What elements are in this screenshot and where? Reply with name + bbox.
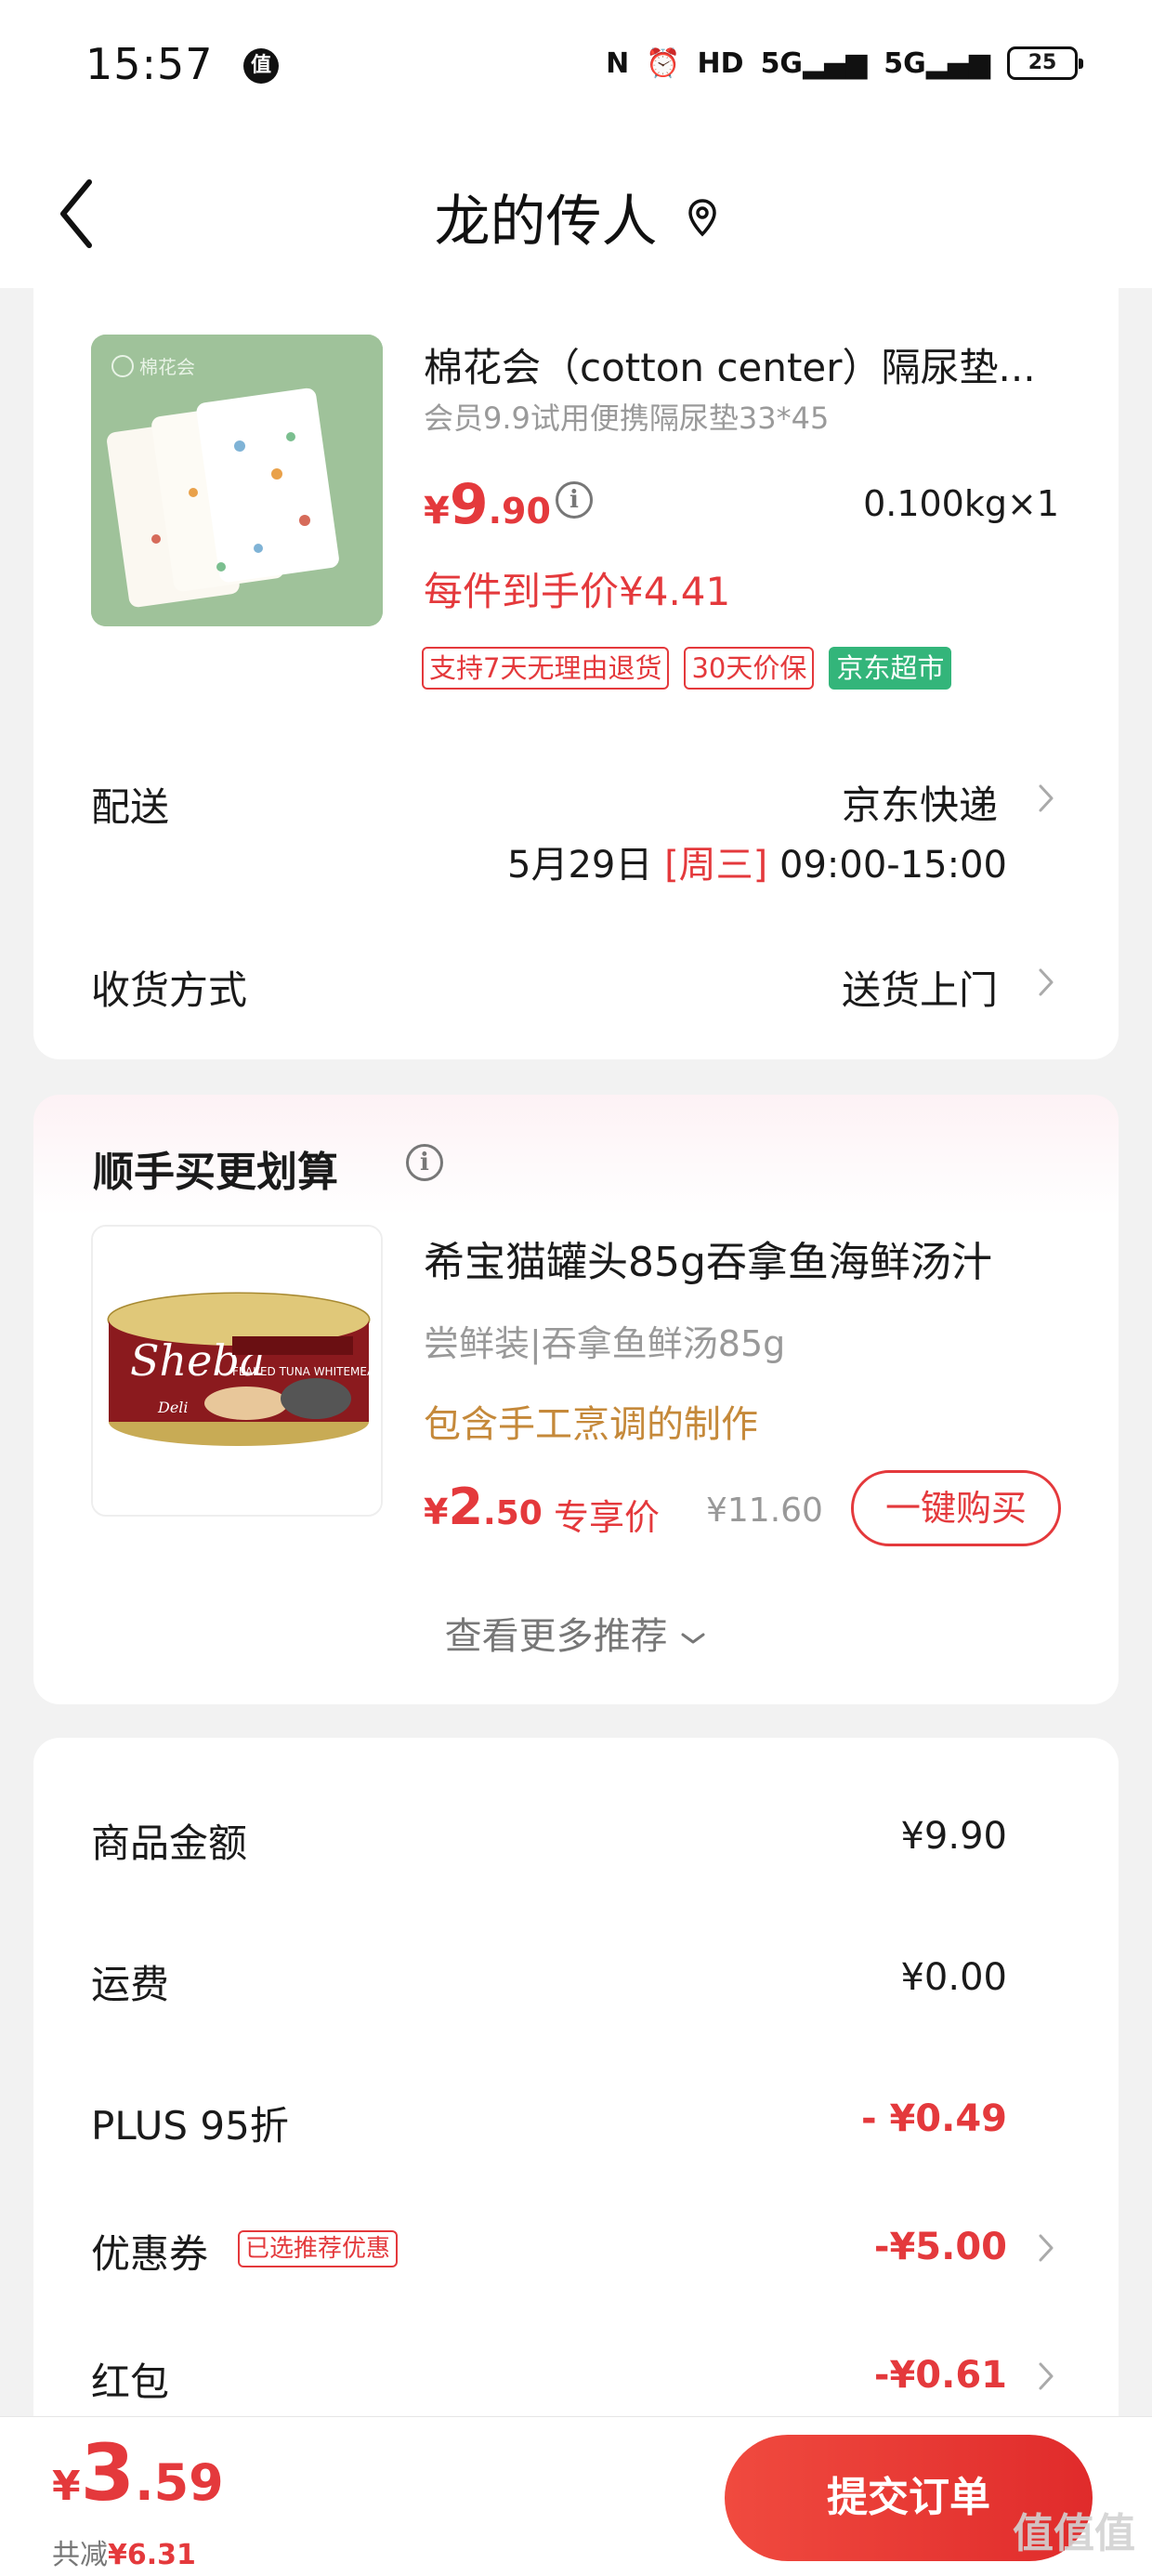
chevron-right-icon[interactable] <box>1037 966 1055 998</box>
product-name[interactable]: 棉花会（cotton center）隔尿垫... <box>424 336 1065 393</box>
tag-return: 支持7天无理由退货 <box>422 647 670 690</box>
delivery-method[interactable]: 京东快递 <box>842 774 998 831</box>
goods-amount-label: 商品金额 <box>91 1820 248 1866</box>
diaper-pad-image: 棉花会 <box>91 335 383 626</box>
app-badge-icon: 值 <box>243 48 279 84</box>
svg-text:Deli: Deli <box>157 1399 189 1416</box>
shipping-label: 运费 <box>91 1962 170 2007</box>
receive-method-value[interactable]: 送货上门 <box>842 959 998 1016</box>
red-packet-discount[interactable]: -¥0.61 <box>874 2354 1007 2397</box>
tag-jd-supermarket: 京东超市 <box>829 647 952 690</box>
hd-icon: HD <box>697 46 744 80</box>
chevron-right-icon[interactable] <box>1037 2360 1055 2392</box>
coupon-label: 优惠券 <box>91 2231 209 2277</box>
price-info-icon[interactable]: i <box>556 481 593 519</box>
coupon-discount[interactable]: -¥5.00 <box>874 2226 1007 2268</box>
watermark-logo: 值值值 <box>1013 2510 1135 2557</box>
exclusive-price-label: 专享价 <box>554 1497 661 1538</box>
recommend-info-icon[interactable]: i <box>406 1144 443 1181</box>
svg-text:FLAKED TUNA WHITEMEAT: FLAKED TUNA WHITEMEAT <box>232 1365 381 1378</box>
chevron-right-icon[interactable] <box>1037 782 1055 814</box>
shipping-fee: ¥0.00 <box>900 1956 1007 1999</box>
recommend-product-feature: 包含手工烹调的制作 <box>424 1403 758 1446</box>
nav-header: 龙的传人 <box>0 139 1152 288</box>
recommend-title: 顺手买更划算 <box>93 1149 338 1196</box>
tag-price-protect: 30天价保 <box>684 647 815 690</box>
status-icons: N ⏰ HD 5G▂▄▆ 5G▂▄▆ 25 <box>606 46 1083 80</box>
one-click-buy-button[interactable]: 一键购买 <box>851 1470 1061 1546</box>
product-tags: 支持7天无理由退货 30天价保 京东超市 <box>422 647 952 690</box>
plus-discount: - ¥0.49 <box>860 2097 1007 2140</box>
cat-food-can-image: Sheba FLAKED TUNA WHITEMEAT Deli <box>93 1227 381 1515</box>
battery-icon: 25 <box>1007 46 1083 80</box>
title-wrap: 龙的传人 <box>0 177 1152 257</box>
goods-amount: ¥9.90 <box>900 1815 1007 1858</box>
delivery-label: 配送 <box>91 784 170 830</box>
product-image[interactable]: 棉花会 <box>91 335 383 626</box>
plus-discount-label: PLUS 95折 <box>91 2103 289 2149</box>
coupon-recommended-tag: 已选推荐优惠 <box>238 2230 399 2267</box>
receive-method-label: 收货方式 <box>91 967 248 1013</box>
chevron-down-icon <box>681 1633 705 1644</box>
status-bar: 15:57 值 N ⏰ HD 5G▂▄▆ 5G▂▄▆ 25 <box>0 0 1152 139</box>
alarm-icon: ⏰ <box>646 46 681 80</box>
original-price: ¥11.60 <box>706 1492 823 1530</box>
nfc-icon: N <box>606 46 630 80</box>
final-unit-price: 每件到手价¥4.41 <box>424 569 731 614</box>
recommend-product-spec: 尝鲜装|吞拿鱼鲜汤85g <box>424 1323 786 1364</box>
svg-text:棉花会: 棉花会 <box>139 356 195 378</box>
total-saved: 共减¥6.31 <box>52 2539 196 2571</box>
delivery-time: 5月29日 [周三] 09:00-15:00 <box>507 844 1007 887</box>
status-time: 15:57 <box>85 39 214 89</box>
recommend-product-image[interactable]: Sheba FLAKED TUNA WHITEMEAT Deli <box>91 1225 383 1517</box>
product-price: ¥9.90 <box>424 472 551 537</box>
page-title: 龙的传人 <box>434 190 658 255</box>
see-more-recommendations[interactable]: 查看更多推荐 <box>0 1606 1152 1660</box>
product-spec: 会员9.9试用便携隔尿垫33*45 <box>424 401 830 436</box>
recommend-price: ¥2.50 <box>424 1478 543 1536</box>
chevron-right-icon[interactable] <box>1037 2232 1055 2264</box>
red-packet-label: 红包 <box>91 2359 170 2405</box>
signal-5g-2-icon: 5G▂▄▆ <box>884 46 990 80</box>
recommend-product-name[interactable]: 希宝猫罐头85g吞拿鱼海鲜汤汁 <box>424 1229 992 1288</box>
location-pin-icon[interactable] <box>687 198 718 237</box>
total-price: ¥3.59 <box>52 2427 224 2518</box>
signal-5g-icon: 5G▂▄▆ <box>760 46 868 80</box>
product-weight: 0.100kg×1 <box>863 483 1059 524</box>
